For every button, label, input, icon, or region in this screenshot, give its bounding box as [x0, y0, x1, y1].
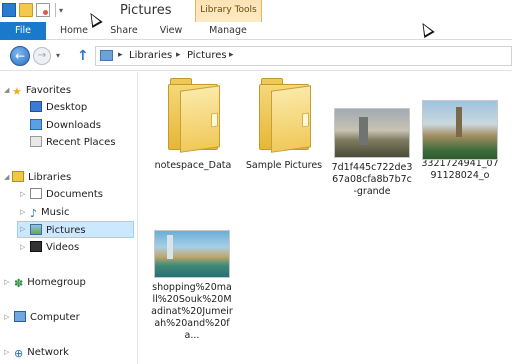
nav-libraries[interactable]: Libraries — [12, 169, 71, 186]
nav-label: Desktop — [46, 102, 88, 113]
nav-desktop[interactable]: Desktop — [30, 99, 87, 116]
nav-downloads[interactable]: Downloads — [30, 117, 101, 134]
properties-icon[interactable] — [19, 3, 33, 17]
downloads-icon — [30, 119, 42, 130]
file-name: 3321724941_0791128024_o — [421, 158, 499, 181]
expand-chevron-icon[interactable]: ▷ — [4, 274, 9, 291]
forward-button[interactable]: → — [33, 47, 51, 65]
nav-label: Homegroup — [27, 277, 86, 288]
tab-file[interactable]: File — [0, 22, 46, 40]
breadcrumb-libraries[interactable]: Libraries — [129, 50, 172, 61]
nav-label: Pictures — [46, 225, 86, 236]
back-button[interactable]: ← — [10, 46, 30, 66]
file-item-folder[interactable]: Sample Pictures — [244, 78, 324, 172]
expand-chevron-icon[interactable]: ▷ — [20, 221, 25, 238]
navigation-pane: ◢ ★ Favorites Desktop Downloads Recent Pl… — [0, 72, 138, 364]
nav-label: Libraries — [28, 172, 72, 183]
file-name: shopping%20mall%20Souk%20Madinat%20Jumei… — [151, 282, 233, 341]
tab-share[interactable]: Share — [106, 22, 142, 40]
file-name: Sample Pictures — [245, 160, 323, 171]
tab-home[interactable]: Home — [56, 22, 92, 40]
address-bar[interactable]: ▸ Libraries ▸ Pictures ▸ — [95, 46, 512, 66]
nav-recent-places[interactable]: Recent Places — [30, 134, 116, 151]
quick-access-toolbar: ▾ — [2, 3, 63, 17]
nav-favorites[interactable]: ★ Favorites — [12, 82, 71, 99]
nav-label: Videos — [46, 242, 80, 253]
library-location-icon — [100, 50, 113, 61]
file-list: notespace_Data Sample Pictures 7d1f445c7… — [139, 72, 512, 364]
image-thumbnail — [422, 100, 498, 160]
recent-locations-chevron-icon[interactable]: ▾ — [56, 51, 60, 60]
nav-music[interactable]: ♪ Music — [30, 204, 69, 221]
expand-chevron-icon[interactable]: ▷ — [4, 344, 9, 361]
pictures-icon — [30, 224, 42, 235]
recent-places-icon — [30, 136, 42, 147]
file-name: notespace_Data — [154, 160, 232, 171]
nav-label: Downloads — [46, 120, 101, 131]
tab-view[interactable]: View — [153, 22, 189, 40]
collapse-chevron-icon[interactable]: ◢ — [4, 169, 9, 186]
file-item-folder[interactable]: notespace_Data — [153, 78, 233, 172]
nav-documents[interactable]: Documents — [30, 186, 103, 203]
image-thumbnail — [334, 108, 410, 158]
documents-icon — [30, 188, 42, 199]
breadcrumb-pictures[interactable]: Pictures — [187, 50, 227, 61]
nav-label: Favorites — [25, 85, 72, 96]
file-name: 7d1f445c722de367a08cfa8b7b7c-grande — [331, 162, 413, 197]
nav-label: Computer — [30, 312, 80, 323]
libraries-icon — [12, 171, 24, 182]
expand-chevron-icon[interactable]: ▷ — [20, 204, 25, 221]
breadcrumb-separator[interactable]: ▸ — [176, 50, 181, 60]
nav-homegroup[interactable]: ✽ Homegroup — [14, 274, 86, 291]
breadcrumb-separator[interactable]: ▸ — [229, 50, 234, 60]
folder-icon — [168, 78, 220, 153]
library-tools-label: Library Tools — [200, 5, 257, 15]
chevron-down-icon[interactable]: ▾ — [59, 6, 63, 15]
breadcrumb-separator[interactable]: ▸ — [118, 50, 123, 60]
nav-computer[interactable]: Computer — [14, 309, 80, 326]
toolbar-divider — [55, 3, 56, 17]
up-arrow-icon[interactable]: ↑ — [77, 48, 89, 64]
file-item-image[interactable]: 7d1f445c722de367a08cfa8b7b7c-grande — [331, 108, 413, 198]
computer-icon — [14, 311, 26, 322]
nav-videos[interactable]: Videos — [30, 239, 79, 256]
music-icon: ♪ — [30, 207, 38, 220]
file-item-image[interactable]: shopping%20mall%20Souk%20Madinat%20Jumei… — [151, 230, 233, 342]
nav-label: Music — [41, 207, 70, 218]
window-title: Pictures — [120, 3, 172, 18]
nav-label: Network — [27, 347, 69, 358]
file-item-image[interactable]: 3321724941_0791128024_o — [419, 100, 501, 182]
nav-network[interactable]: ⊕ Network — [14, 344, 69, 361]
collapse-chevron-icon[interactable]: ◢ — [4, 82, 9, 99]
videos-icon — [30, 241, 42, 252]
desktop-icon — [30, 101, 42, 112]
homegroup-icon: ✽ — [14, 277, 24, 290]
nav-label: Documents — [46, 189, 104, 200]
new-folder-icon[interactable] — [36, 3, 50, 17]
folder-icon — [259, 78, 311, 153]
image-thumbnail — [154, 230, 230, 278]
expand-chevron-icon[interactable]: ▷ — [20, 239, 25, 256]
expand-chevron-icon[interactable]: ▷ — [20, 186, 25, 203]
nav-pictures[interactable]: Pictures — [17, 221, 134, 238]
network-icon: ⊕ — [14, 347, 24, 360]
tab-manage[interactable]: Manage — [200, 22, 256, 40]
star-icon: ★ — [12, 85, 22, 98]
nav-label: Recent Places — [46, 137, 116, 148]
expand-chevron-icon[interactable]: ▷ — [4, 309, 9, 326]
explorer-app-icon[interactable] — [2, 3, 16, 17]
